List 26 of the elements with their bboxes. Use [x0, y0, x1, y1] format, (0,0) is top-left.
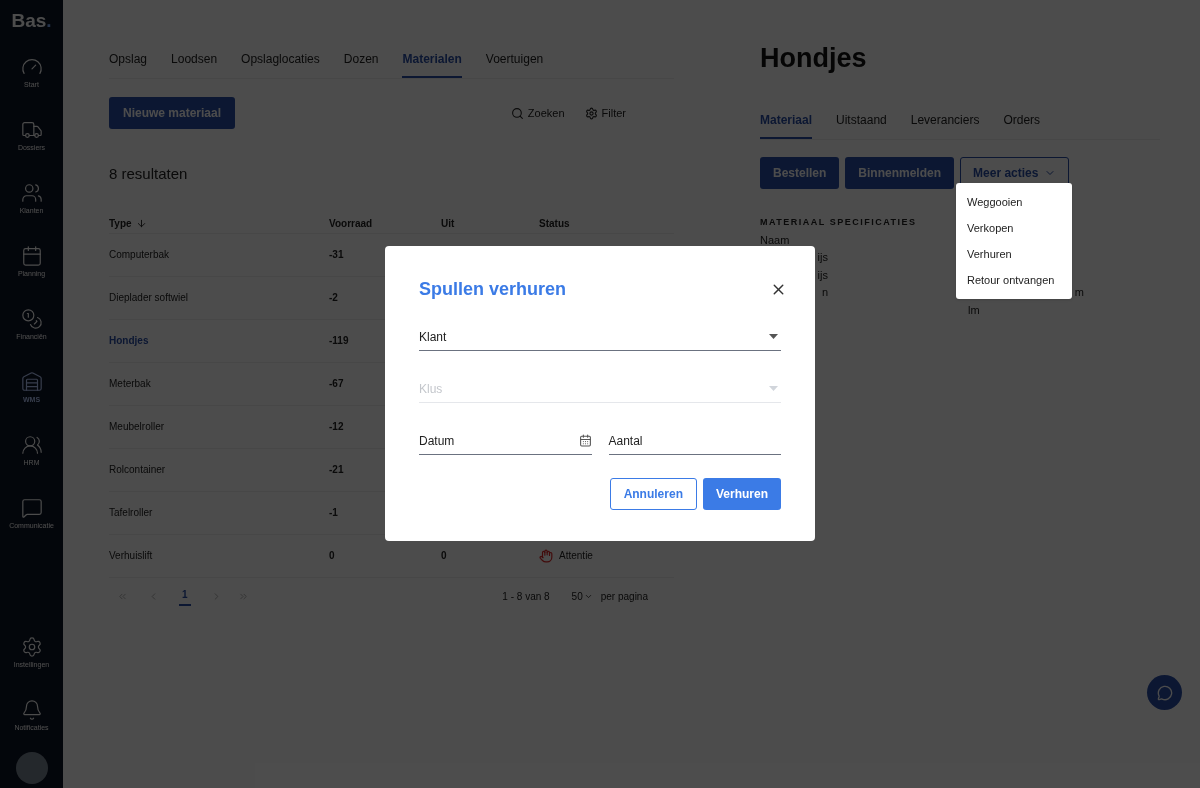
results-count: 8 resultaten: [109, 164, 189, 184]
confirm-button[interactable]: Verhuren: [702, 478, 781, 510]
spec-value: lm: [968, 302, 980, 318]
spec-label: n: [821, 285, 828, 300]
dialog-title: Spullen verhuren: [419, 278, 567, 301]
menu-item[interactable]: Verkopen: [956, 215, 1072, 241]
per-page-label: per pagina: [600, 590, 648, 604]
section-heading: MATERIAAL SPECIFICATIES: [760, 215, 917, 229]
dropdown-caret-icon: [769, 386, 778, 391]
spec-label: Naam: [760, 232, 790, 248]
calendar-icon: [578, 434, 592, 447]
column-header[interactable]: Status: [539, 215, 570, 231]
spec-label: ijs: [817, 267, 828, 283]
menu-item[interactable]: Weggooien: [956, 189, 1072, 215]
select-field[interactable]: Klant: [419, 323, 781, 351]
cancel-button[interactable]: Annuleren: [609, 478, 697, 510]
per-page-select[interactable]: 50: [571, 589, 593, 604]
date-field[interactable]: Datum: [419, 427, 592, 455]
detail-title: Hondjes: [760, 42, 868, 75]
input-field[interactable]: Aantal: [608, 427, 781, 455]
dropdown-caret-icon: [769, 334, 778, 339]
menu-item[interactable]: Verhuren: [956, 241, 1072, 267]
spec-label: ijs: [817, 250, 828, 265]
spec-value: m: [1074, 285, 1084, 300]
menu-item[interactable]: Retour ontvangen: [956, 267, 1072, 293]
page-range: 1 - 8 van 8: [502, 590, 550, 604]
